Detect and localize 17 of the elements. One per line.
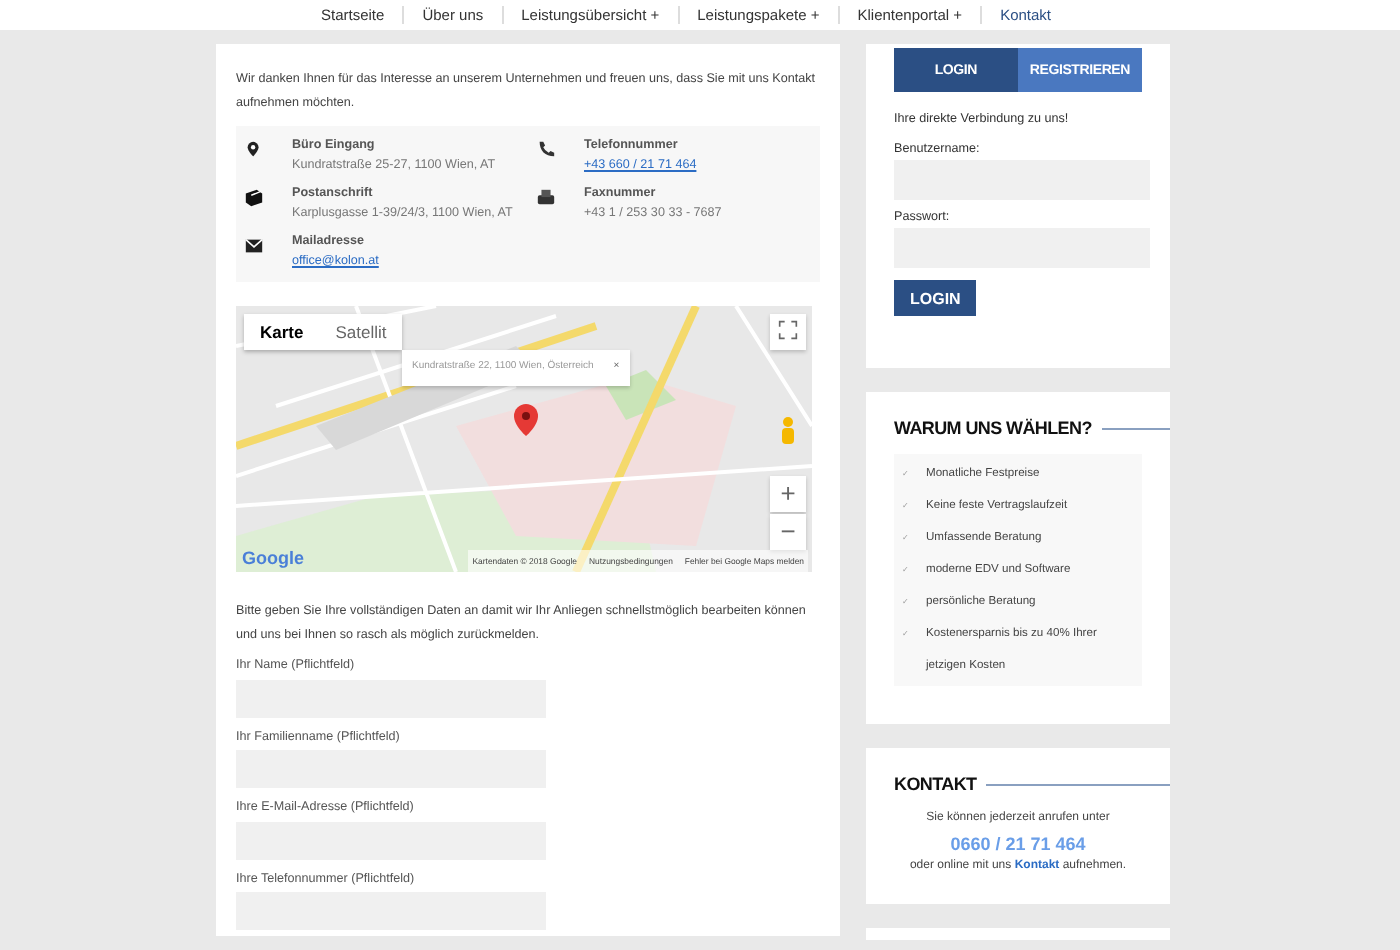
fullscreen-button[interactable] [770,314,806,350]
envelope-icon [244,236,264,256]
zoom-in-button[interactable]: + [770,476,806,512]
section-heading: KONTAKT [894,774,977,794]
map-pin-icon [514,404,538,436]
zoom-out-button[interactable]: − [770,514,806,550]
login-button[interactable]: LOGIN [894,280,977,316]
pegman-icon [778,416,798,446]
map-type-tab[interactable]: Karte [244,314,320,350]
map-type-tab[interactable]: Satellit [319,314,403,350]
phone-icon [536,140,556,160]
map-logo: Google [242,547,304,570]
fax-machine-icon [536,188,556,208]
location-pin-icon [244,140,264,160]
fullscreen-icon [778,320,798,340]
section-heading: WARUM UNS WÄHLEN? [894,418,1092,438]
package-icon [244,188,264,208]
